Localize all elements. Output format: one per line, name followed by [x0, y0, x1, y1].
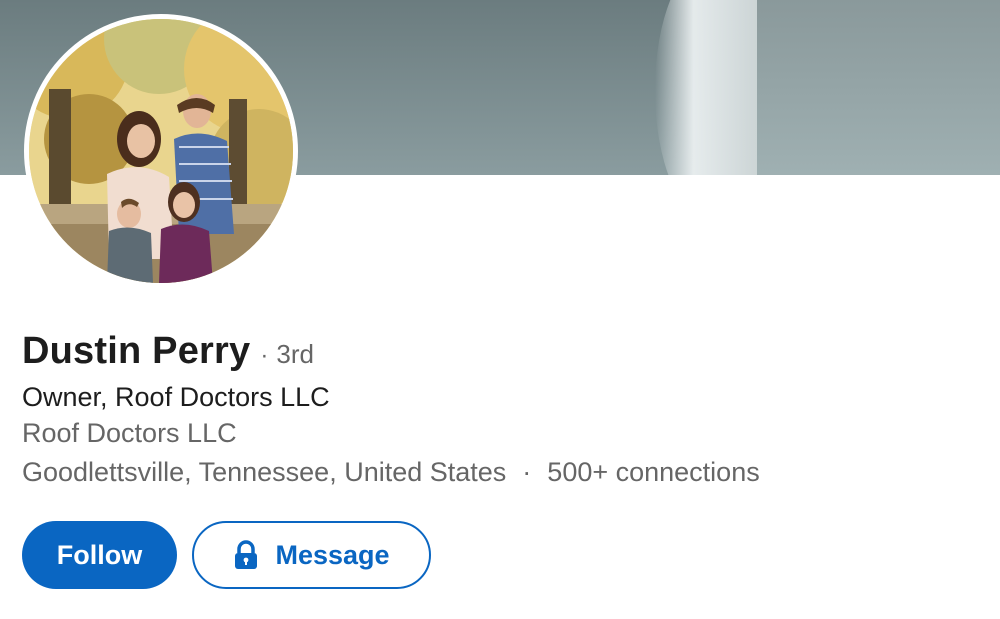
message-button[interactable]: Message: [192, 521, 431, 589]
profile-company[interactable]: Roof Doctors LLC: [22, 418, 962, 454]
lock-icon: [233, 540, 259, 570]
profile-meta: Goodlettsville, Tennessee, United States…: [22, 454, 962, 490]
profile-location: Goodlettsville, Tennessee, United States: [22, 456, 507, 487]
name-row: Dustin Perry · 3rd: [22, 330, 962, 380]
profile-actions: Follow Message: [22, 521, 431, 589]
banner-panel: [757, 0, 1000, 175]
message-button-label: Message: [275, 539, 390, 570]
profile-headline: Owner, Roof Doctors LLC: [22, 382, 330, 412]
connections-count[interactable]: 500+ connections: [547, 457, 759, 488]
connection-degree: 3rd: [276, 339, 314, 369]
meta-separator: ·: [522, 456, 532, 487]
profile-name: Dustin Perry: [22, 330, 251, 372]
avatar-photo: [29, 19, 293, 283]
avatar[interactable]: [24, 14, 298, 288]
profile-info: Dustin Perry · 3rd Owner, Roof Doctors L…: [22, 330, 962, 490]
follow-button[interactable]: Follow: [22, 521, 177, 589]
banner-highlight: [655, 0, 765, 175]
degree-separator: ·: [260, 342, 269, 369]
follow-button-label: Follow: [56, 539, 143, 570]
